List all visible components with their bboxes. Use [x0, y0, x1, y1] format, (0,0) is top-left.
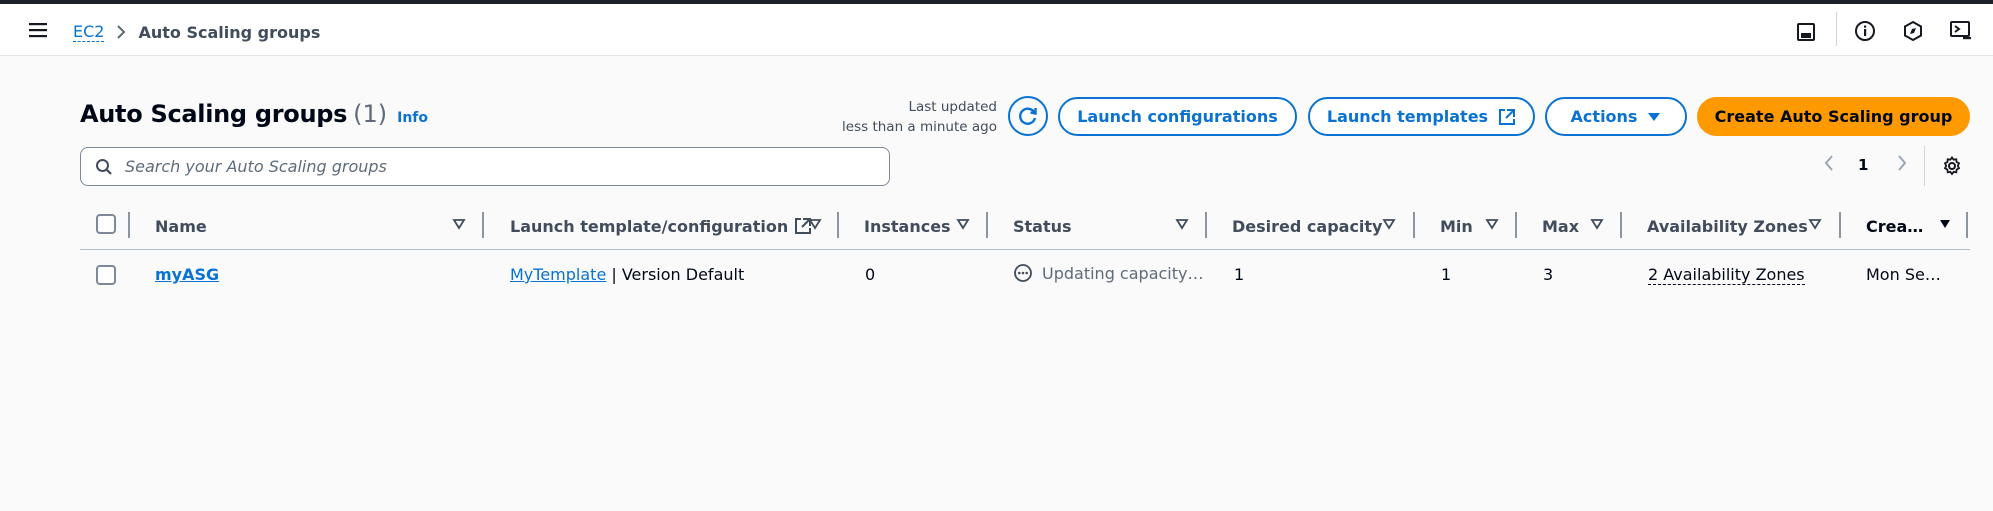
- cell-launch-template: MyTemplate | Version Default: [510, 265, 744, 284]
- cell-desired-capacity: 1: [1234, 265, 1245, 284]
- search-icon: [96, 158, 112, 175]
- cell-name: myASG: [155, 265, 219, 284]
- sort-icon[interactable]: [452, 217, 466, 231]
- top-navigation-bar: EC2 Auto Scaling groups: [0, 4, 1993, 56]
- page-header: Auto Scaling groups (1) Info: [80, 100, 428, 128]
- breadcrumb-ec2-link[interactable]: EC2: [73, 22, 105, 42]
- column-header-availability-zones[interactable]: Availability Zones: [1647, 214, 1808, 238]
- pagination: [1822, 153, 1836, 173]
- last-updated: Last updated less than a minute ago: [842, 97, 997, 137]
- column-divider: [1966, 212, 1968, 238]
- search-input[interactable]: [125, 157, 865, 176]
- column-divider: [128, 212, 130, 238]
- select-all-checkbox[interactable]: [96, 214, 116, 234]
- column-header-max[interactable]: Max: [1542, 214, 1579, 238]
- sort-icon[interactable]: [956, 217, 970, 231]
- info-link[interactable]: Info: [397, 110, 428, 126]
- launch-configurations-button[interactable]: Launch configurations: [1058, 97, 1297, 136]
- chevron-right-icon[interactable]: [1895, 153, 1909, 173]
- table-header-divider: [80, 249, 1970, 250]
- column-divider: [986, 212, 988, 238]
- column-divider: [1620, 212, 1622, 238]
- sort-icon[interactable]: [1808, 217, 1822, 231]
- column-divider: [1413, 212, 1415, 238]
- launch-templates-label: Launch templates: [1326, 107, 1489, 126]
- cell-availability-zones: 2 Availability Zones: [1648, 265, 1805, 285]
- column-header-instances[interactable]: Instances: [864, 214, 951, 238]
- asg-name-link[interactable]: myASG: [155, 265, 219, 284]
- cell-min: 1: [1441, 265, 1452, 284]
- last-updated-label: Last updated: [908, 99, 997, 115]
- chevron-left-icon[interactable]: [1822, 153, 1836, 173]
- breadcrumb: EC2 Auto Scaling groups: [73, 22, 320, 42]
- breadcrumb-current: Auto Scaling groups: [138, 22, 321, 42]
- column-divider: [1839, 212, 1841, 238]
- column-divider: [1205, 212, 1207, 238]
- pagination-divider: [1924, 146, 1925, 186]
- chevron-right-icon: [116, 24, 126, 40]
- actions-dropdown-button[interactable]: Actions: [1545, 97, 1687, 136]
- sort-icon[interactable]: [1175, 217, 1189, 231]
- sort-icon[interactable]: [1590, 217, 1604, 231]
- availability-zones-popover[interactable]: 2 Availability Zones: [1648, 265, 1805, 285]
- launch-template-link[interactable]: MyTemplate: [510, 265, 606, 284]
- column-divider: [837, 212, 839, 238]
- launch-configurations-label: Launch configurations: [1077, 107, 1278, 126]
- group-count: (1): [353, 100, 388, 128]
- column-header-name[interactable]: Name: [155, 214, 207, 238]
- row-checkbox[interactable]: [96, 265, 116, 285]
- split-panel-icon[interactable]: [1794, 20, 1818, 44]
- external-link-icon: [1499, 108, 1516, 125]
- launch-template-version: | Version Default: [606, 265, 745, 284]
- search-field[interactable]: [80, 147, 890, 186]
- cloudshell-icon[interactable]: [1948, 19, 1974, 43]
- info-circle-icon[interactable]: [1853, 19, 1877, 43]
- sort-icon[interactable]: [1485, 217, 1499, 231]
- launch-templates-button[interactable]: Launch templates: [1308, 97, 1535, 136]
- pagination-next: [1895, 153, 1909, 173]
- column-divider: [482, 212, 484, 238]
- column-header-status[interactable]: Status: [1013, 214, 1072, 238]
- toolbar-divider: [1836, 12, 1837, 46]
- column-divider: [1515, 212, 1517, 238]
- actions-label: Actions: [1570, 107, 1638, 126]
- column-header-launch-template[interactable]: Launch template/configuration: [510, 214, 812, 238]
- cell-instances: 0: [865, 265, 876, 284]
- refresh-button[interactable]: [1008, 96, 1048, 136]
- caret-down-icon: [1648, 112, 1661, 121]
- create-auto-scaling-group-button[interactable]: Create Auto Scaling group: [1697, 97, 1970, 136]
- column-header-launch-template-label: Launch template/configuration: [510, 216, 789, 236]
- page-number-current[interactable]: 1: [1858, 156, 1868, 174]
- sort-icon[interactable]: [1382, 217, 1396, 231]
- settings-gear-icon[interactable]: [1941, 155, 1963, 177]
- column-header-created[interactable]: Crea…: [1866, 214, 1923, 238]
- cell-max: 3: [1543, 265, 1554, 284]
- compass-icon[interactable]: [1901, 19, 1925, 43]
- last-updated-value: less than a minute ago: [842, 119, 997, 135]
- cell-status: Updating capacity…: [1013, 263, 1203, 283]
- column-header-min[interactable]: Min: [1440, 214, 1473, 238]
- cell-created: Mon Se…: [1866, 265, 1941, 284]
- sort-icon[interactable]: [808, 217, 822, 231]
- refresh-icon: [1019, 107, 1037, 125]
- menu-icon[interactable]: [26, 18, 50, 42]
- page-title: Auto Scaling groups: [80, 100, 348, 128]
- create-auto-scaling-group-label: Create Auto Scaling group: [1714, 107, 1953, 126]
- column-header-desired-capacity[interactable]: Desired capacity: [1232, 214, 1382, 238]
- status-text: Updating capacity…: [1042, 263, 1204, 283]
- sort-descending-icon[interactable]: [1938, 217, 1952, 231]
- in-progress-icon: [1014, 264, 1032, 282]
